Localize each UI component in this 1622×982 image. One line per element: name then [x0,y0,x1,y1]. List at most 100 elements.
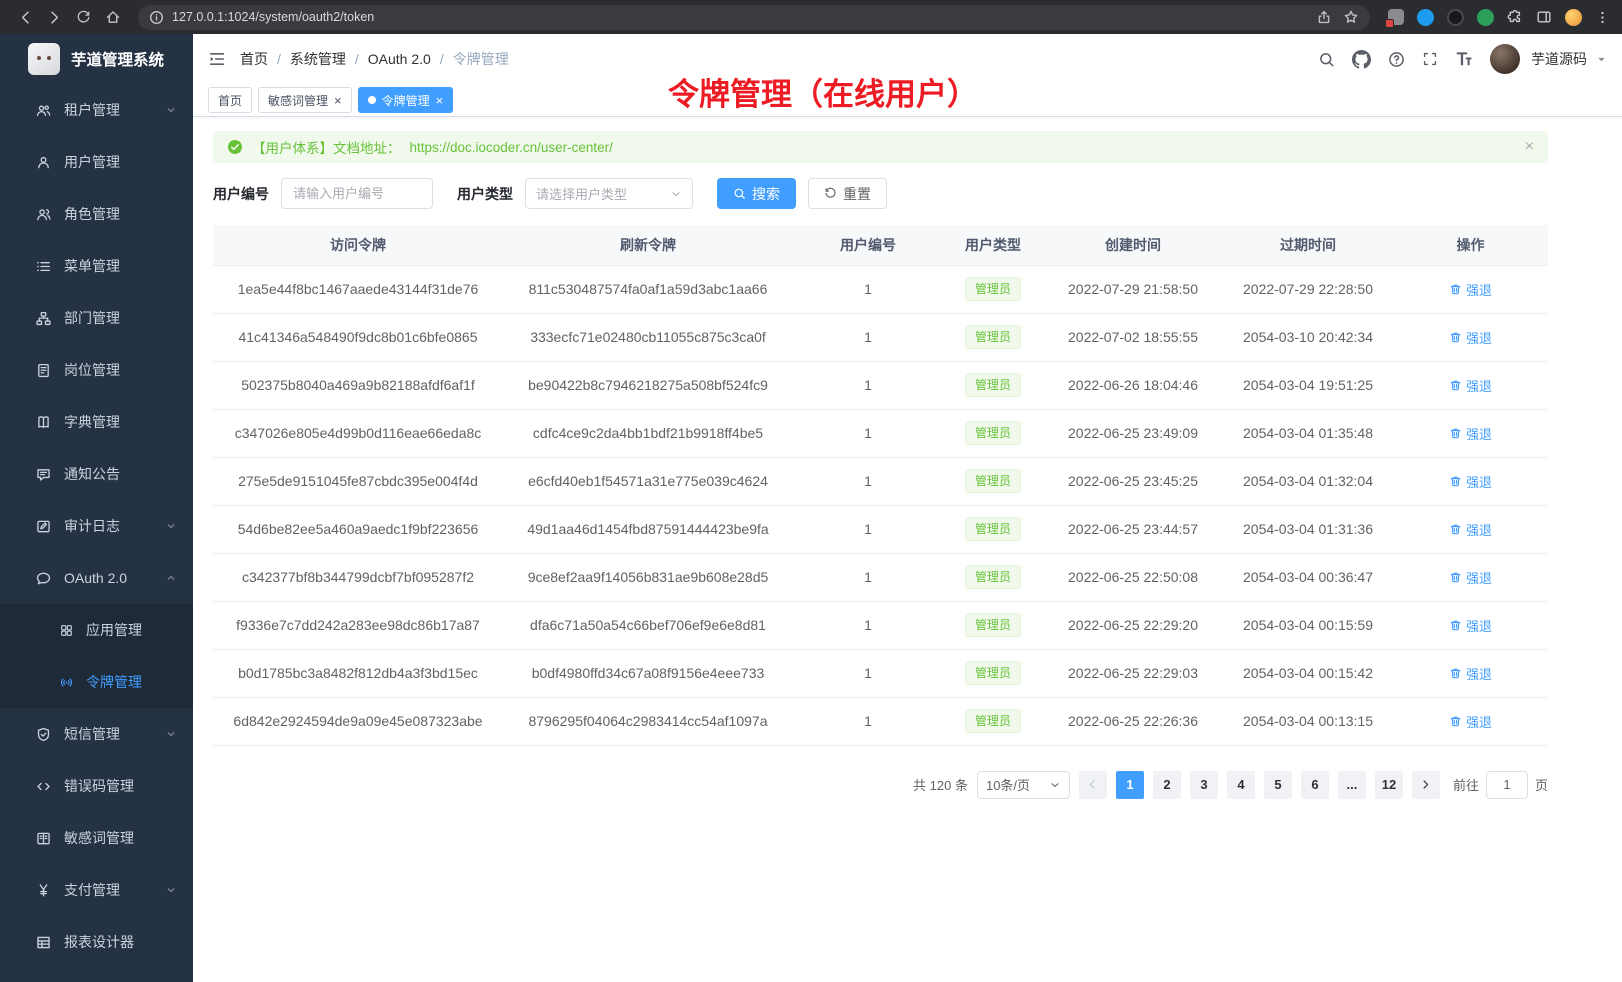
sidebar-item-oauth2-token[interactable]: 令牌管理 [0,656,193,708]
pager-page-2[interactable]: 2 [1153,771,1181,799]
delete-icon [1449,331,1462,344]
profile-avatar-icon[interactable] [1565,9,1582,26]
force-logout-button[interactable]: 强退 [1449,424,1492,443]
force-logout-button[interactable]: 强退 [1449,712,1492,731]
pager-page-5[interactable]: 5 [1264,771,1292,799]
force-logout-button[interactable]: 强退 [1449,376,1492,395]
help-icon[interactable] [1388,51,1405,68]
page-size-select[interactable]: 10条/页 [977,771,1070,799]
refresh-token-cell: 8796295f04064c2983414cc54af1097a [503,697,793,745]
sidebar-item-oauth2[interactable]: OAuth 2.0 [0,552,193,604]
sidebar-item-report[interactable]: 报表设计器 [0,916,193,968]
prev-page-button[interactable] [1079,771,1107,799]
column-header: 用户编号 [793,225,943,265]
font-size-icon[interactable] [1455,50,1473,68]
tab-token[interactable]: 令牌管理× [358,87,454,113]
doc-link[interactable]: https://doc.iocoder.cn/user-center/ [410,140,613,155]
token-table-body: 1ea5e44f8bc1467aaede43144f31de76811c5304… [213,265,1548,745]
force-logout-button[interactable]: 强退 [1449,568,1492,587]
pager-page-12[interactable]: 12 [1375,771,1403,799]
user-name[interactable]: 芋道源码 [1531,49,1587,69]
url-bar[interactable]: 127.0.0.1:1024/system/oauth2/token [138,5,1370,30]
sidebar-item-audit-log[interactable]: 审计日志 [0,500,193,552]
force-logout-button[interactable]: 强退 [1449,616,1492,635]
puzzle-icon[interactable] [1507,9,1523,25]
pager-page-3[interactable]: 3 [1190,771,1218,799]
table-row: 54d6be82ee5a460a9aedc1f9bf22365649d1aa46… [213,505,1548,553]
app-logo[interactable]: 芋道管理系统 [0,34,193,84]
sidebar-item-role[interactable]: 角色管理 [0,188,193,240]
refresh-icon[interactable] [70,4,97,31]
page-size-value: 10条/页 [986,775,1030,794]
dark-extension-icon[interactable] [1447,9,1464,26]
breadcrumb-item[interactable]: OAuth 2.0 [368,51,431,67]
pager-page-6[interactable]: 6 [1301,771,1329,799]
avatar[interactable] [1490,44,1520,74]
breadcrumb-item: 令牌管理 [453,49,509,69]
bookmark-star-icon[interactable] [1343,9,1359,25]
force-logout-button[interactable]: 强退 [1449,328,1492,347]
user-id-input[interactable] [281,178,433,209]
pager-page-1[interactable]: 1 [1116,771,1144,799]
force-logout-button[interactable]: 强退 [1449,520,1492,539]
action-cell: 强退 [1393,601,1548,649]
sidebar-item-label: 短信管理 [64,724,120,744]
fullscreen-icon[interactable] [1422,51,1438,67]
sidebar-item-oauth2-app[interactable]: 应用管理 [0,604,193,656]
user-type-badge: 管理员 [965,613,1021,637]
search-button[interactable]: 搜索 [717,178,796,209]
sidebar-item-tenant[interactable]: 租户管理 [0,84,193,136]
breadcrumb-item[interactable]: 首页 [240,49,268,69]
sidebar-item-dict[interactable]: 字典管理 [0,396,193,448]
close-icon[interactable]: × [1525,139,1534,155]
sidebar-item-sms[interactable]: 短信管理 [0,708,193,760]
pager-page-4[interactable]: 4 [1227,771,1255,799]
refresh-token-cell: 333ecfc71e02480cb11055c875c3ca0f [503,313,793,361]
tab-sensitive-word[interactable]: 敏感词管理× [258,87,352,113]
share-icon[interactable] [1316,9,1332,25]
force-logout-button[interactable]: 强退 [1449,664,1492,683]
reset-button[interactable]: 重置 [808,178,887,209]
sidebar-item-dept[interactable]: 部门管理 [0,292,193,344]
tab-close-icon[interactable]: × [334,94,342,107]
info-icon[interactable] [149,10,164,25]
twitter-extension-icon[interactable] [1417,9,1434,26]
user-id-cell: 1 [793,649,943,697]
force-logout-label: 强退 [1466,712,1492,731]
sidebar-item-pay[interactable]: 支付管理 [0,864,193,916]
forward-icon[interactable] [41,4,68,31]
menu-dots-icon[interactable] [1595,10,1610,25]
tab-close-icon[interactable]: × [436,94,444,107]
caret-down-icon[interactable] [1596,54,1607,65]
sidebar-menu: 租户管理用户管理角色管理菜单管理部门管理岗位管理字典管理通知公告审计日志OAut… [0,84,193,982]
sidebar-item-post[interactable]: 岗位管理 [0,344,193,396]
next-page-button[interactable] [1412,771,1440,799]
expire-time-cell: 2022-07-29 22:28:50 [1223,265,1393,313]
force-logout-button[interactable]: 强退 [1449,280,1492,299]
sidebar-toggle-button[interactable] [208,50,226,68]
sidebar-item-notice[interactable]: 通知公告 [0,448,193,500]
tab-home[interactable]: 首页 [208,87,252,113]
sidebar-item-menu[interactable]: 菜单管理 [0,240,193,292]
github-icon[interactable] [1352,50,1371,69]
force-logout-button[interactable]: 强退 [1449,472,1492,491]
action-cell: 强退 [1393,553,1548,601]
sidebar-item-user[interactable]: 用户管理 [0,136,193,188]
goto-page-input[interactable] [1486,771,1528,799]
extension-badge-icon[interactable] [1388,9,1404,25]
sidebar-item-label: 部门管理 [64,308,120,328]
pager-more-button[interactable]: ... [1338,771,1366,799]
back-icon[interactable] [12,4,39,31]
breadcrumb-item[interactable]: 系统管理 [290,49,346,69]
side-panel-icon[interactable] [1536,9,1552,25]
user-id-cell: 1 [793,697,943,745]
browser-nav-buttons [12,4,126,31]
sidebar-item-sensitive-word[interactable]: 敏感词管理 [0,812,193,864]
sidebar-item-label: 应用管理 [86,620,142,640]
green-extension-icon[interactable] [1477,9,1494,26]
home-icon[interactable] [99,4,126,31]
sidebar-item-error-code[interactable]: 错误码管理 [0,760,193,812]
search-icon[interactable] [1318,51,1335,68]
browser-extensions [1388,9,1610,26]
user-type-select[interactable]: 请选择用户类型 [525,178,693,209]
